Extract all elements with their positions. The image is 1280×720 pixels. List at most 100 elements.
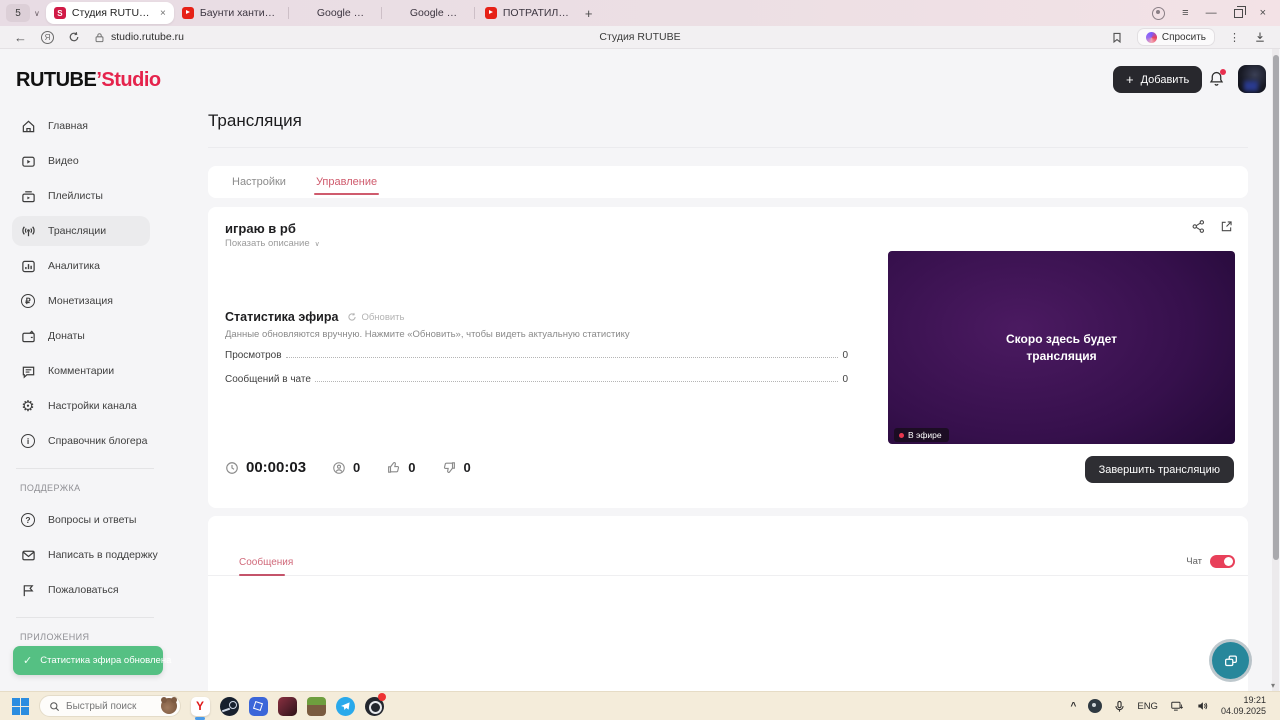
picture-in-picture-fab[interactable] [1212, 642, 1249, 679]
taskbar-game[interactable] [277, 696, 297, 716]
share-icon[interactable] [1191, 219, 1206, 234]
chat-toggle[interactable] [1210, 555, 1235, 568]
tray-app-icon[interactable] [1088, 699, 1103, 713]
tab-divider [380, 7, 382, 19]
sidebar-item-faq[interactable]: ? Вопросы и ответы [12, 505, 150, 535]
browser-profile-icon[interactable] [1152, 6, 1166, 20]
tray-time: 19:21 [1243, 695, 1266, 706]
viewer-icon [333, 461, 345, 474]
scrollbar-thumb[interactable] [1272, 55, 1279, 560]
sidebar: Главная Видео Плейлисты Трансляции Анали… [0, 111, 200, 691]
back-button[interactable]: ← [14, 30, 27, 45]
tray-expand-icon[interactable]: ^ [1071, 701, 1077, 712]
browser-tab[interactable]: ПОТРАТИЛ ВСЮ УДАЧУ [477, 2, 577, 24]
browser-tab[interactable]: Google Meet [291, 2, 379, 24]
start-button[interactable] [10, 696, 30, 716]
thumb-up-icon [388, 462, 400, 473]
bookmark-icon[interactable] [1111, 31, 1123, 44]
end-broadcast-button[interactable]: Завершить трансляцию [1084, 456, 1234, 483]
address-bar[interactable]: studio.rutube.ru [94, 31, 184, 43]
tab-title: Студия RUTUBE [71, 7, 153, 19]
language-indicator[interactable]: ENG [1137, 701, 1158, 712]
page-scrollbar[interactable]: ▾ [1271, 49, 1279, 691]
rutube-studio-logo[interactable]: RUTUBE’Studio [16, 69, 161, 92]
sidebar-item-label: Комментарии [48, 365, 115, 377]
browser-tab[interactable]: Google Meet [384, 2, 472, 24]
dotted-leader [314, 381, 839, 382]
browser-tab-active[interactable]: S Студия RUTUBE × [45, 2, 174, 24]
sidebar-item-blogger-guide[interactable]: i Справочник блогера [12, 426, 150, 456]
window-close-button[interactable]: × [1260, 7, 1266, 19]
network-icon[interactable] [1170, 700, 1184, 712]
tab-counter[interactable]: 5 [6, 4, 30, 22]
show-description-link[interactable]: Показать описание ∨ [225, 238, 320, 249]
user-avatar[interactable] [1238, 65, 1266, 93]
stat-row-chat-messages: Сообщений в чате 0 [225, 374, 848, 385]
microphone-icon[interactable] [1114, 700, 1125, 713]
notifications-bell-icon[interactable] [1208, 69, 1226, 88]
refresh-icon [348, 312, 357, 321]
scroll-down-arrow-icon[interactable]: ▾ [1271, 681, 1275, 690]
site-lock-icon [95, 32, 104, 42]
ask-ai-button[interactable]: Спросить [1136, 28, 1215, 46]
downloads-icon[interactable] [1254, 31, 1266, 43]
tab-title: Баунти хантим только та [199, 7, 278, 19]
stat-row-views: Просмотров 0 [225, 350, 848, 361]
sidebar-item-playlists[interactable]: Плейлисты [12, 181, 150, 211]
refresh-label: Обновить [361, 311, 405, 323]
taskbar-search[interactable]: Быстрый поиск [39, 695, 181, 717]
studio-header: RUTUBE’Studio + Добавить [0, 49, 1280, 111]
refresh-stats-button[interactable]: Обновить [347, 312, 404, 323]
stats-hint: Данные обновляются вручную. Нажмите «Обн… [225, 329, 630, 340]
window-restore-button[interactable] [1233, 5, 1246, 18]
player-placeholder-text: Скоро здесь будет трансляция [1006, 332, 1117, 363]
taskbar-roblox[interactable] [248, 696, 268, 716]
sidebar-item-monetization[interactable]: ₽ Монетизация [12, 286, 150, 316]
likes-counter[interactable]: 0 [386, 460, 416, 475]
home-icon [20, 118, 36, 134]
sidebar-item-analytics[interactable]: Аналитика [12, 251, 150, 281]
refresh-button[interactable] [68, 31, 80, 43]
main-content: Трансляция Настройки Управление играю в … [208, 111, 1248, 702]
tab-close-icon[interactable]: × [160, 8, 166, 19]
taskbar-telegram[interactable] [335, 696, 355, 716]
tab-settings[interactable]: Настройки [232, 166, 286, 198]
sidebar-item-comments[interactable]: Комментарии [12, 356, 150, 386]
add-button[interactable]: + Добавить [1113, 66, 1203, 93]
new-tab-button[interactable]: + [585, 6, 593, 21]
tab-management[interactable]: Управление [313, 166, 380, 198]
volume-icon[interactable] [1196, 700, 1209, 712]
sidebar-item-video[interactable]: Видео [12, 146, 150, 176]
stats-title: Статистика эфира [225, 310, 339, 324]
tab-messages[interactable]: Сообщения [239, 557, 293, 568]
chevron-down-icon: ∨ [314, 240, 320, 248]
browser-tab[interactable]: Баунти хантим только та [174, 2, 286, 24]
dislikes-counter[interactable]: 0 [442, 460, 471, 475]
taskbar-minecraft[interactable] [306, 696, 326, 716]
sidebar-item-channel-settings[interactable]: ⚙ Настройки канала [12, 391, 150, 421]
yandex-home-button[interactable]: Я [41, 30, 54, 44]
taskbar-obs[interactable] [364, 693, 386, 716]
sidebar-item-report[interactable]: Пожаловаться [12, 575, 150, 605]
telegram-icon [335, 696, 355, 716]
taskbar-steam[interactable] [219, 696, 239, 716]
sidebar-item-label: Монетизация [48, 295, 113, 307]
tab-title: Google Meet [409, 7, 464, 19]
sidebar-item-label: Настройки канала [48, 400, 137, 412]
sidebar-item-donations[interactable]: Донаты [12, 321, 150, 351]
taskbar-yandex-browser[interactable]: Y [190, 696, 210, 720]
tab-list-chevron-icon[interactable]: ∨ [34, 9, 40, 18]
window-minimize-button[interactable]: — [1206, 7, 1217, 19]
youtube-favicon [484, 7, 497, 19]
external-link-icon[interactable] [1219, 219, 1234, 234]
sidebar-item-write-support[interactable]: Написать в поддержку [12, 540, 158, 570]
youtube-favicon [181, 7, 194, 19]
taskbar-clock[interactable]: 19:21 04.09.2025 [1221, 695, 1270, 717]
sidebar-item-home[interactable]: Главная [12, 111, 150, 141]
live-counters: 00:00:03 0 0 0 [225, 459, 471, 476]
gear-icon: ⚙ [21, 397, 35, 415]
sidebar-item-broadcasts[interactable]: Трансляции [12, 216, 150, 246]
browser-menu-icon[interactable]: ≡ [1182, 7, 1188, 19]
kebab-menu-icon[interactable]: ⋮ [1229, 31, 1240, 44]
page-title: Трансляция [208, 111, 1248, 148]
